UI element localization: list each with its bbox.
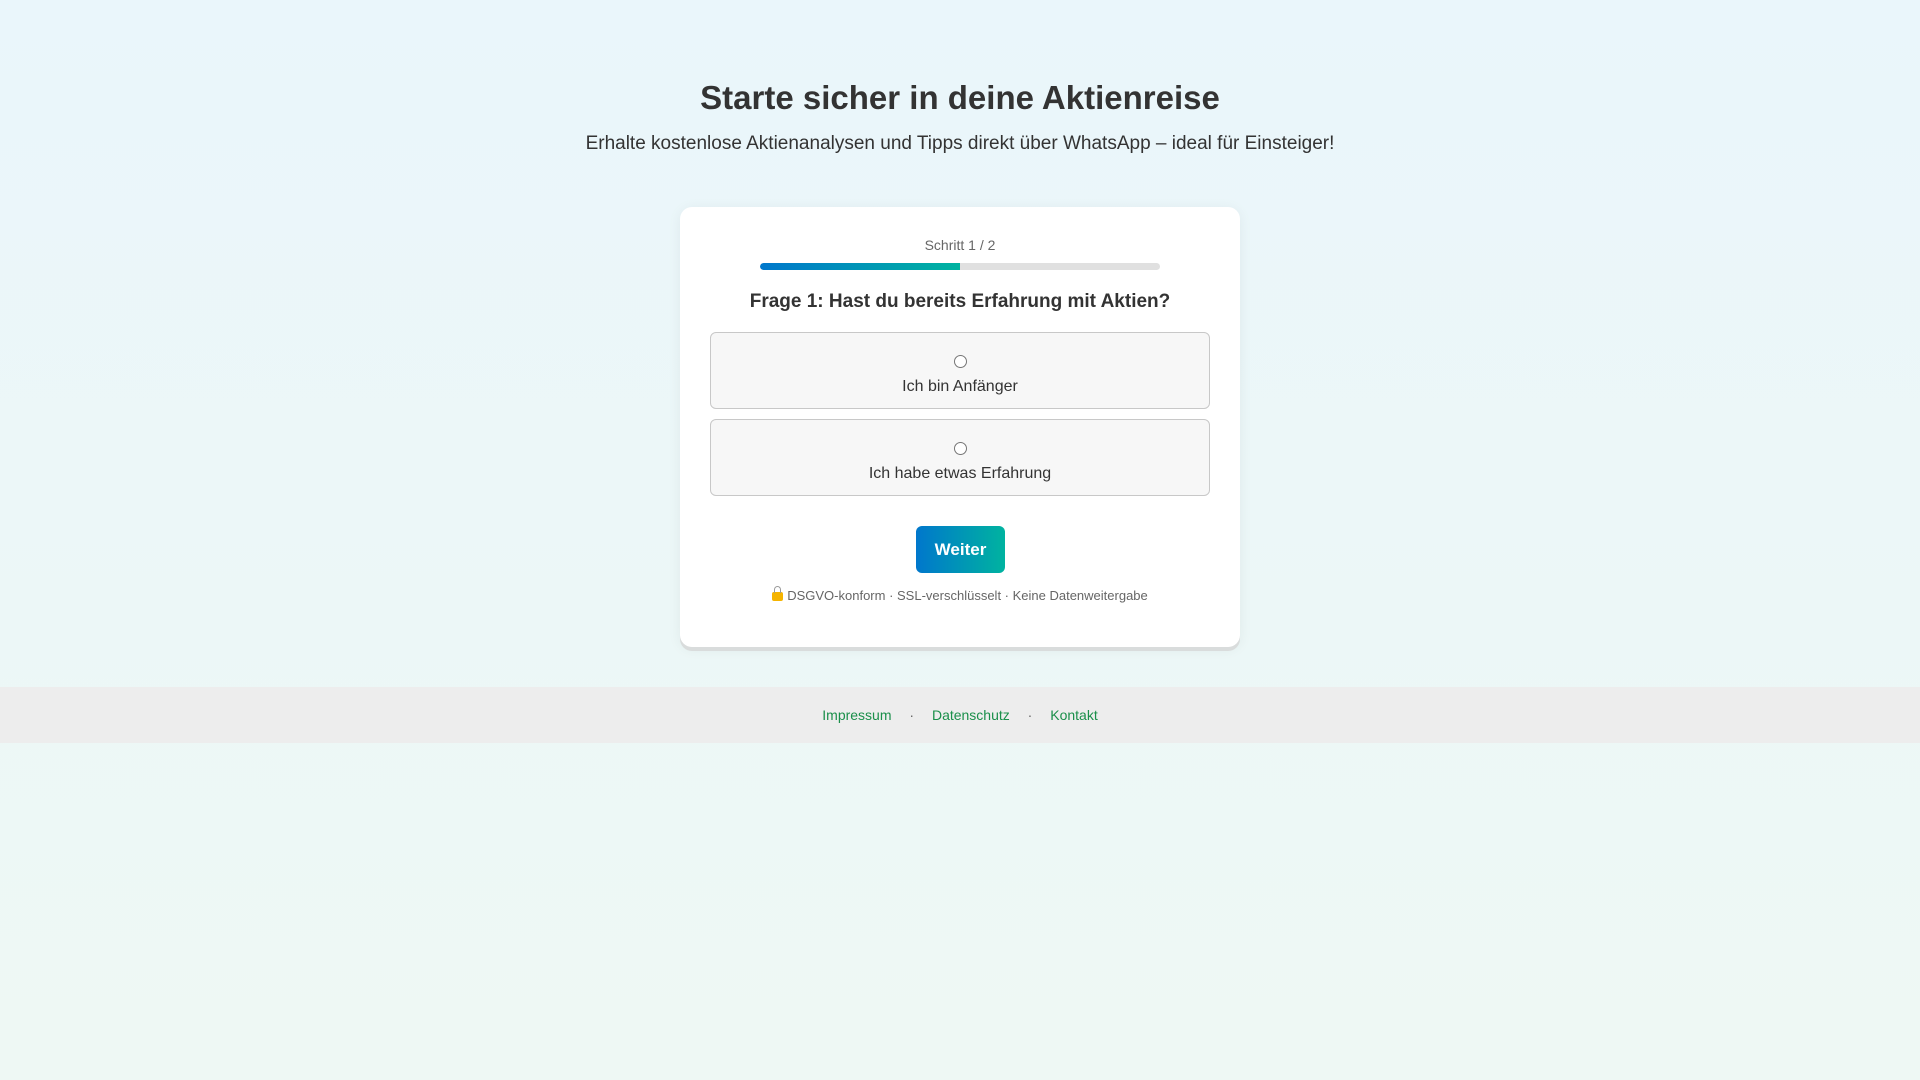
trust-text: DSGVO-konform · SSL-verschlüsselt · Kein… — [787, 588, 1148, 603]
page-subtitle: Erhalte kostenlose Aktienanalysen und Ti… — [585, 133, 1335, 154]
answer-option-label: Ich habe etwas Erfahrung — [868, 465, 1052, 482]
progress-bar — [760, 263, 1160, 270]
next-button[interactable]: Weiter — [916, 526, 1005, 573]
footer-link-impressum[interactable]: Impressum — [822, 707, 891, 723]
footer: Impressum · Datenschutz · Kontakt — [0, 687, 1920, 743]
radio-button[interactable] — [954, 355, 967, 368]
answer-option-beginner[interactable]: Ich bin Anfänger — [710, 332, 1210, 409]
footer-link-kontakt[interactable]: Kontakt — [1050, 707, 1097, 723]
page-title: Starte sicher in deine Aktienreise — [700, 79, 1220, 116]
progress-bar-fill — [760, 263, 960, 270]
radio-button[interactable] — [954, 442, 967, 455]
lock-icon — [772, 586, 784, 601]
footer-separator: · — [1027, 707, 1033, 723]
hero-section: Starte sicher in deine Aktienreise Erhal… — [0, 0, 1920, 156]
quiz-card: Schritt 1 / 2 Frage 1: Hast du bereits E… — [680, 207, 1240, 647]
footer-separator: · — [909, 707, 915, 723]
trust-notice: DSGVO-konform · SSL-verschlüsselt · Kein… — [680, 586, 1240, 603]
step-indicator: Schritt 1 / 2 — [924, 237, 996, 253]
footer-link-datenschutz[interactable]: Datenschutz — [932, 707, 1010, 723]
answer-option-label: Ich bin Anfänger — [902, 378, 1018, 395]
answer-option-experienced[interactable]: Ich habe etwas Erfahrung — [710, 419, 1210, 496]
question-text: Frage 1: Hast du bereits Erfahrung mit A… — [749, 291, 1171, 312]
